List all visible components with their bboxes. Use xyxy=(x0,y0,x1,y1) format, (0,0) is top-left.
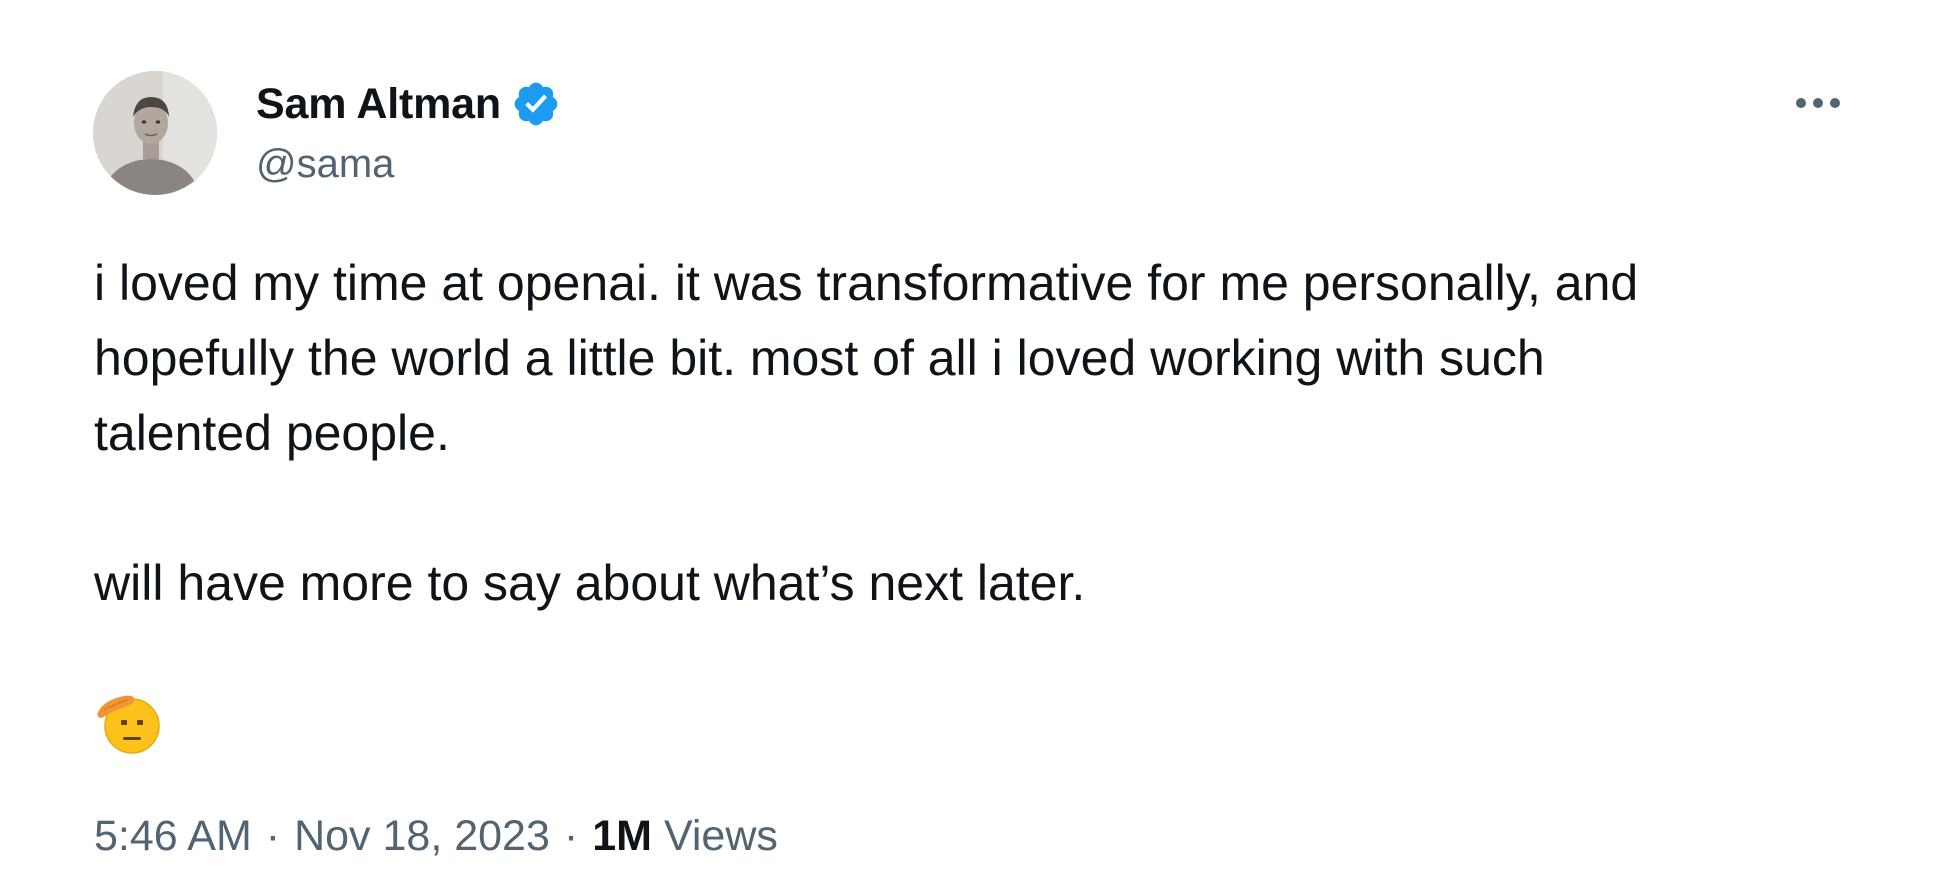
tweet-card: Sam Altman @sama i loved my time at open… xyxy=(0,0,1958,894)
author-handle[interactable]: @sama xyxy=(256,142,394,187)
views-count[interactable]: 1M xyxy=(592,812,652,861)
verified-badge-icon xyxy=(514,82,558,126)
views-label[interactable]: Views xyxy=(664,812,778,861)
saluting-face-icon xyxy=(97,695,160,754)
tweet-text: i loved my time at openai. it was transf… xyxy=(94,255,1639,611)
tweet-meta: 5:46 AM · Nov 18, 2023 · 1M Views xyxy=(94,812,778,861)
meta-separator: · xyxy=(265,812,281,860)
avatar[interactable] xyxy=(93,71,217,195)
saluting-face-emoji xyxy=(94,688,166,760)
author-name-row: Sam Altman xyxy=(256,78,561,130)
tweet-time[interactable]: 5:46 AM xyxy=(94,812,252,861)
more-options-button[interactable] xyxy=(1790,82,1846,122)
tweet-date[interactable]: Nov 18, 2023 xyxy=(294,812,550,861)
author-display-name[interactable]: Sam Altman xyxy=(256,80,501,129)
meta-separator: · xyxy=(563,812,579,860)
more-horizontal-icon xyxy=(1796,98,1840,108)
avatar-photo-icon xyxy=(93,71,217,195)
